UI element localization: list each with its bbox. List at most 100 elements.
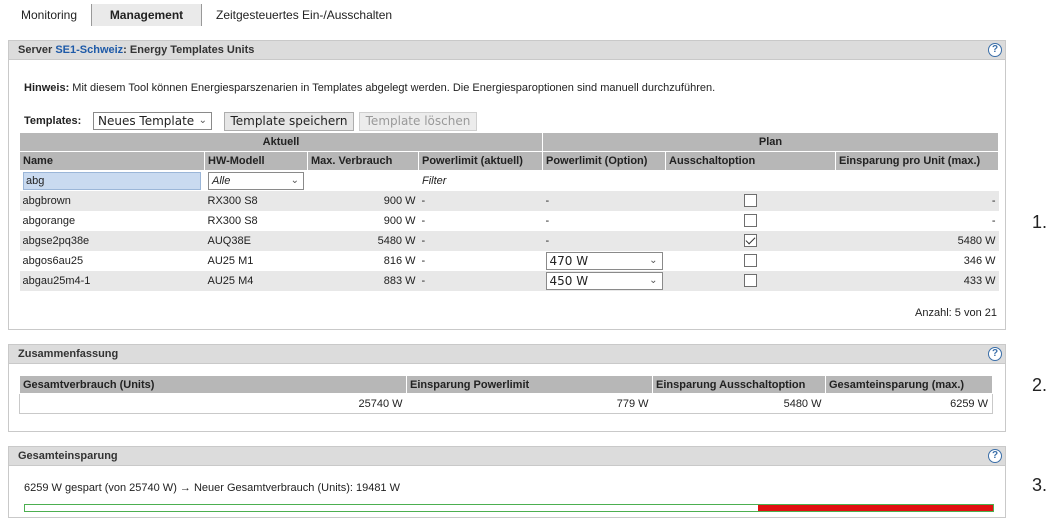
cell-max-verbrauch: 816 W [307, 250, 419, 271]
table-row[interactable]: abgorange RX300 S8 900 W--- [19, 210, 999, 231]
powerlimit-option-value: - [545, 194, 550, 207]
chevron-down-icon: ⌄ [290, 174, 299, 186]
summary-col-einsparung-ausschalt: Einsparung Ausschaltoption [652, 375, 826, 394]
table-row[interactable]: abgos6au25 AU25 M1 816 W -470 W ⌄ 346 W [19, 250, 999, 271]
summary-col-einsparung-powerlimit: Einsparung Powerlimit [406, 375, 653, 394]
tab-management[interactable]: Management [91, 4, 202, 26]
energy-templates-panel: Server SE1-Schweiz: Energy Templates Uni… [8, 40, 1006, 330]
cell-einsparung: 433 W [835, 270, 999, 291]
help-icon[interactable]: ? [988, 449, 1002, 463]
chevron-down-icon: ⌄ [649, 254, 658, 266]
group-header-aktuell: Aktuell [19, 132, 543, 152]
help-icon[interactable]: ? [988, 347, 1002, 361]
cell-ausschaltoption [665, 230, 836, 251]
cell-hw-modell: RX300 S8 [204, 210, 308, 231]
cell-name: abgos6au25 [19, 250, 205, 271]
col-einsparung[interactable]: Einsparung pro Unit (max.) [835, 151, 999, 171]
cell-einsparung: - [835, 210, 999, 231]
filter-row: abg Alle ⌄ Filter [19, 170, 999, 191]
group-header-plan: Plan [542, 132, 999, 152]
hint-body: Mit diesem Tool können Energiesparszenar… [69, 82, 716, 94]
templates-select[interactable]: Neues Template ⌄ [93, 112, 212, 130]
powerlimit-option-select[interactable]: 470 W ⌄ [545, 251, 663, 270]
col-powerlimit-option[interactable]: Powerlimit (Option) [542, 151, 666, 171]
summary-col-gesamtverbrauch: Gesamtverbrauch (Units) [19, 375, 407, 394]
save-template-button[interactable]: Template speichern [224, 112, 354, 131]
server-name: SE1-Schweiz [55, 44, 124, 56]
cell-powerlimit-option: - [542, 230, 666, 251]
summary-einsparung-powerlimit: 779 W [406, 393, 653, 414]
side-number-1: 1. [1032, 212, 1048, 232]
powerlimit-option-value: 470 W [549, 253, 589, 268]
col-name[interactable]: Name [19, 151, 205, 171]
hint-label: Hinweis: [24, 82, 70, 94]
summary-einsparung-ausschalt: 5480 W [652, 393, 826, 414]
savings-progress-bar [24, 504, 994, 512]
cell-einsparung: 5480 W [835, 230, 999, 251]
ausschaltoption-checkbox[interactable] [744, 214, 757, 227]
powerlimit-option-value: 450 W [549, 273, 589, 288]
powerlimit-filter-input[interactable]: Filter [422, 175, 446, 187]
total-savings-panel: Gesamteinsparung ? 6259 W gespart (von 2… [8, 446, 1006, 518]
cell-einsparung: - [835, 190, 999, 211]
summary-header-row: Gesamtverbrauch (Units) Einsparung Power… [19, 375, 993, 394]
powerlimit-option-value: - [545, 214, 550, 227]
savings-progress-fill [757, 505, 993, 511]
side-number-2: 2. [1032, 375, 1048, 395]
col-powerlimit-aktuell[interactable]: Powerlimit (aktuell) [418, 151, 543, 171]
cell-powerlimit-option: - [542, 210, 666, 231]
templates-select-value: Neues Template [98, 114, 195, 128]
panel-title-prefix: Server [18, 44, 56, 56]
cell-name: abgau25m4-1 [19, 270, 205, 291]
summary-title: Zusammenfassung [18, 348, 119, 360]
cell-hw-modell: AU25 M1 [204, 250, 308, 271]
tab-zeitgesteuertes[interactable]: Zeitgesteuertes Ein-/Ausschalten [216, 4, 406, 26]
powerlimit-option-value: - [545, 234, 550, 247]
powerlimit-option-select[interactable]: 450 W ⌄ [545, 271, 663, 290]
cell-powerlimit-aktuell: - [418, 210, 543, 231]
cell-powerlimit-option: 470 W ⌄ [542, 250, 666, 271]
summary-table: Gesamtverbrauch (Units) Einsparung Power… [19, 375, 993, 414]
cell-ausschaltoption [665, 250, 836, 271]
hw-filter-select[interactable]: Alle ⌄ [208, 171, 304, 190]
units-table: Aktuell Plan Name HW-Modell Max. Verbrau… [19, 132, 999, 291]
cell-max-verbrauch: 900 W [307, 190, 419, 211]
tab-monitoring[interactable]: Monitoring [21, 4, 91, 26]
ausschaltoption-checkbox[interactable] [744, 274, 757, 287]
ausschaltoption-checkbox[interactable] [744, 194, 757, 207]
panel-header-total: Gesamteinsparung ? [9, 447, 1005, 466]
cell-powerlimit-aktuell: - [418, 270, 543, 291]
name-filter-input[interactable]: abg [23, 171, 201, 190]
help-icon[interactable]: ? [988, 43, 1002, 57]
cell-name: abgbrown [19, 190, 205, 211]
cell-einsparung: 346 W [835, 250, 999, 271]
col-ausschaltoption[interactable]: Ausschaltoption [665, 151, 836, 171]
hw-filter-value: Alle [212, 174, 231, 187]
ausschaltoption-checkbox[interactable] [744, 234, 757, 247]
cell-max-verbrauch: 883 W [307, 270, 419, 291]
col-hw-modell[interactable]: HW-Modell [204, 151, 308, 171]
cell-hw-modell: AU25 M4 [204, 270, 308, 291]
delete-template-button[interactable]: Template löschen [359, 112, 477, 131]
chevron-down-icon: ⌄ [198, 115, 207, 126]
cell-hw-modell: AUQ38E [204, 230, 308, 251]
cell-powerlimit-aktuell: - [418, 230, 543, 251]
savings-summary-text: 6259 W gespart (von 25740 W) → Neuer Ges… [24, 482, 400, 494]
table-row[interactable]: abgse2pq38e AUQ38E 5480 W - -5480 W [19, 230, 999, 251]
table-row[interactable]: abgbrown RX300 S8 900 W--- [19, 190, 999, 211]
cell-ausschaltoption [665, 190, 836, 211]
cell-max-verbrauch: 5480 W [307, 230, 419, 251]
panel-header-summary: Zusammenfassung ? [9, 345, 1005, 364]
summary-panel: Zusammenfassung ? Gesamtverbrauch (Units… [8, 344, 1006, 432]
cell-powerlimit-option: 450 W ⌄ [542, 270, 666, 291]
col-max-verbrauch[interactable]: Max. Verbrauch [307, 151, 419, 171]
cell-powerlimit-aktuell: - [418, 190, 543, 211]
ausschaltoption-checkbox[interactable] [744, 254, 757, 267]
chevron-down-icon: ⌄ [649, 274, 658, 286]
cell-ausschaltoption [665, 270, 836, 291]
cell-name: abgorange [19, 210, 205, 231]
cell-name: abgse2pq38e [19, 230, 205, 251]
table-row[interactable]: abgau25m4-1 AU25 M4 883 W -450 W ⌄ 433 W [19, 270, 999, 291]
group-header-row: Aktuell Plan [19, 132, 999, 152]
panel-header-templates: Server SE1-Schweiz: Energy Templates Uni… [9, 41, 1005, 60]
